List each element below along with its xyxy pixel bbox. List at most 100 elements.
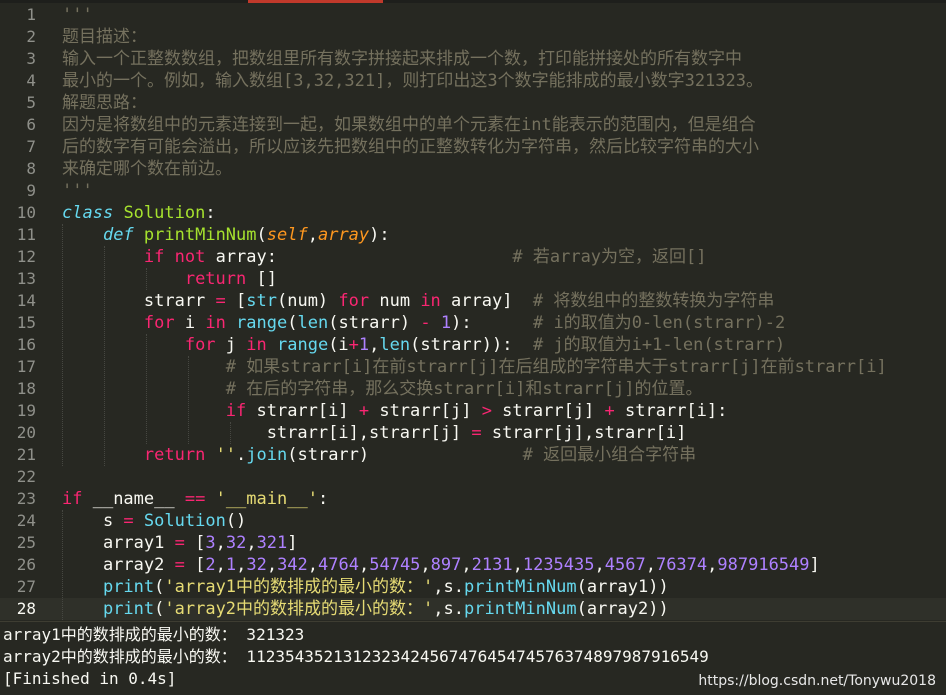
code-token: i — [174, 313, 206, 333]
code-token: # 若array为空，返回[] — [512, 247, 707, 267]
code-line[interactable]: 18 # 在后的字符串，那么交换strarr[i]和strarr[j]的位置。 — [0, 378, 946, 400]
code-token: self — [266, 225, 308, 245]
code-token: 1 — [358, 335, 370, 355]
code-token: + — [348, 335, 359, 355]
code-text: ''' — [62, 4, 93, 26]
indent-guide — [230, 422, 231, 444]
line-number: 4 — [26, 71, 36, 90]
code-token: : — [317, 489, 329, 509]
code-token: , — [266, 555, 278, 575]
code-token: range — [277, 335, 329, 355]
code-token: strarr — [62, 291, 216, 311]
code-token: strarr[j],strarr[i] — [481, 423, 687, 443]
code-text: 来确定哪个数在前边。 — [62, 158, 232, 180]
code-line[interactable]: 19 if strarr[i] + strarr[j] > strarr[j] … — [0, 400, 946, 422]
code-line[interactable]: 22 — [0, 466, 946, 488]
code-token: j — [215, 335, 247, 355]
code-line[interactable]: 13 return [] — [0, 268, 946, 290]
code-token: = — [471, 423, 482, 443]
code-line[interactable]: 10 class Solution: — [0, 202, 946, 224]
watermark: https://blog.csdn.net/Tonywu2018 — [698, 673, 936, 689]
code-token: array2 — [62, 555, 175, 575]
line-number: 13 — [16, 269, 36, 288]
code-line[interactable]: 1 ''' — [0, 4, 946, 26]
code-line[interactable]: 15 for i in range(len(strarr) - 1): # i的… — [0, 312, 946, 334]
code-token: range — [236, 313, 288, 333]
code-token: array] — [440, 291, 533, 311]
line-number: 25 — [16, 533, 36, 552]
code-line[interactable]: 12 if not array: # 若array为空，返回[] — [0, 246, 946, 268]
code-token: ( — [154, 577, 165, 597]
line-number: 22 — [16, 467, 36, 486]
code-token: 897 — [430, 555, 462, 575]
code-token: # 如果strarr[i]在前strarr[j]在后组成的字符串大于strarr… — [225, 357, 887, 377]
code-token: printMinNum — [464, 577, 577, 597]
code-token: ''' — [62, 181, 93, 201]
code-line[interactable]: 16 for j in range(i+1,len(strarr)): # j的… — [0, 334, 946, 356]
code-line[interactable]: 23 if __name__ == '__main__': — [0, 488, 946, 510]
code-line[interactable]: 14 strarr = [str(num) for num in array] … — [0, 290, 946, 312]
code-editor[interactable]: 1 ''' 2 题目描述： 3 输入一个正整数数组，把数组里所有数字拼接起来排成一个数，打… — [0, 3, 946, 621]
code-line[interactable]: 7 后的数字有可能会溢出，所以应该先把数组中的正整数转化为字符串，然后比较字符串的… — [0, 136, 946, 158]
line-number: 26 — [16, 555, 36, 574]
code-token: ( — [256, 225, 267, 245]
code-line[interactable]: 21 return ''.join(strarr) # 返回最小组合字符串 — [0, 444, 946, 466]
code-line[interactable]: 11 def printMinNum(self,array): — [0, 224, 946, 246]
code-token: Solution — [143, 511, 226, 531]
code-token: num — [369, 291, 421, 311]
code-token: for — [184, 335, 216, 355]
code-token: array — [317, 225, 370, 245]
line-number: 11 — [16, 225, 36, 244]
code-token: 987916549 — [717, 555, 810, 575]
code-line[interactable]: 3 输入一个正整数数组，把数组里所有数字拼接起来排成一个数，打印能拼接处的所有数字… — [0, 48, 946, 70]
code-line[interactable]: 5 解题思路： — [0, 92, 946, 114]
code-token: 'array2中的数排成的最小的数：' — [164, 599, 434, 619]
code-token: strarr[i] — [246, 401, 359, 421]
code-token: len — [297, 313, 329, 333]
code-line[interactable]: 9 ''' — [0, 180, 946, 202]
code-token: 1 — [225, 555, 237, 575]
code-line[interactable]: 28 print('array2中的数排成的最小的数：',s.printMinN… — [0, 598, 946, 620]
code-line[interactable]: 17 # 如果strarr[i]在前strarr[j]在后组成的字符串大于str… — [0, 356, 946, 378]
code-line[interactable]: 8 来确定哪个数在前边。 — [0, 158, 946, 180]
code-token: 题目描述： — [62, 27, 147, 47]
code-line[interactable]: 25 array1 = [3,32,321] — [0, 532, 946, 554]
code-token: 3 — [205, 533, 216, 553]
code-token: 后的数字有可能会溢出，所以应该先把数组中的正整数转化为字符串，然后比较字符串的大… — [62, 137, 759, 157]
line-number: 20 — [16, 423, 36, 442]
line-number: 24 — [16, 511, 36, 530]
code-token: 32 — [225, 533, 247, 553]
code-line[interactable]: 27 print('array1中的数排成的最小的数：',s.printMinN… — [0, 576, 946, 598]
code-token: if — [143, 247, 165, 267]
code-token: [] — [246, 269, 277, 289]
line-number: 18 — [16, 379, 36, 398]
code-line[interactable]: 20 strarr[i],strarr[j] = strarr[j],strar… — [0, 422, 946, 444]
code-token: ,s. — [433, 599, 464, 619]
code-line[interactable]: 6 因为是将数组中的元素连接到一起，如果数组中的单个元素在int能表示的范围内，但… — [0, 114, 946, 136]
code-token: , — [246, 533, 257, 553]
code-text: s = Solution() — [62, 510, 246, 532]
line-number: 3 — [26, 49, 36, 68]
code-text: 输入一个正整数数组，把数组里所有数字拼接起来排成一个数，打印能拼接处的所有数字中 — [62, 48, 742, 70]
code-token: strarr[i]: — [614, 401, 728, 421]
code-line[interactable]: 24 s = Solution() — [0, 510, 946, 532]
code-line[interactable]: 2 题目描述： — [0, 26, 946, 48]
code-line[interactable]: 26 array2 = [2,1,32,342,4764,54745,897,2… — [0, 554, 946, 576]
indent-guide — [146, 334, 147, 444]
code-token: join — [246, 445, 288, 465]
code-token: 54745 — [369, 555, 421, 575]
line-number: 16 — [16, 335, 36, 354]
code-line[interactable]: 4 最小的一个。例如，输入数组[3,32,321]，则打印出这3个数字能排成的最小… — [0, 70, 946, 92]
code-token: [ — [184, 533, 206, 553]
code-token: printMinNum — [464, 599, 577, 619]
indent-guide — [146, 268, 147, 290]
